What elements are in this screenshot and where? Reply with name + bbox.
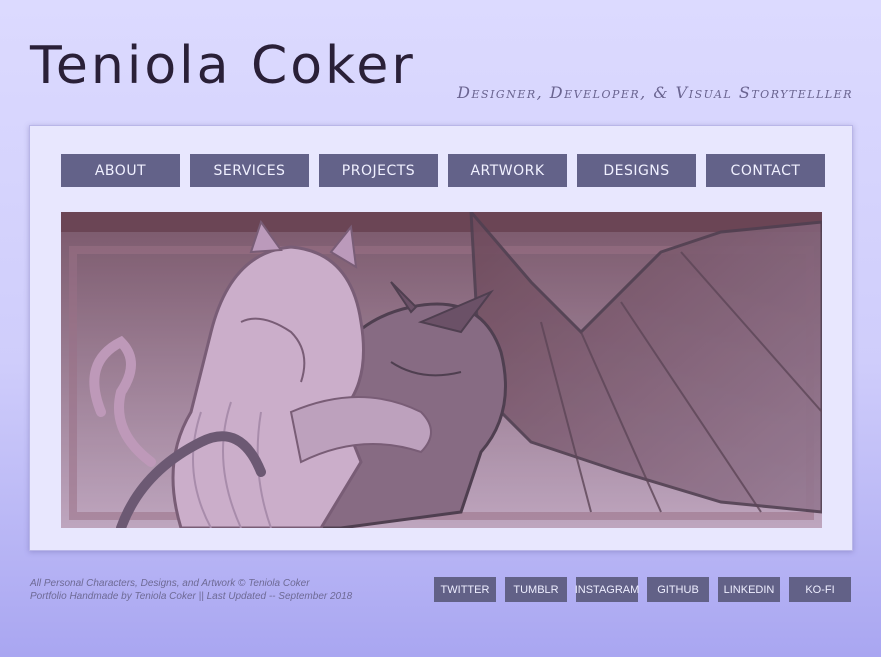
main-nav: ABOUT SERVICES PROJECTS ARTWORK DESIGNS … xyxy=(61,154,825,187)
social-links: TWITTER TUMBLR INSTAGRAM GITHUB LINKEDIN… xyxy=(434,577,851,602)
nav-artwork-button[interactable]: ARTWORK xyxy=(448,154,567,187)
copyright-text: All Personal Characters, Designs, and Ar… xyxy=(30,578,310,589)
hero-artwork xyxy=(61,212,822,528)
instagram-link[interactable]: INSTAGRAM xyxy=(575,577,639,602)
updated-text: Portfolio Handmade by Teniola Coker || L… xyxy=(30,591,353,602)
nav-about-button[interactable]: ABOUT xyxy=(61,154,180,187)
tumblr-link[interactable]: TUMBLR xyxy=(505,577,567,602)
github-link[interactable]: GITHUB xyxy=(647,577,709,602)
nav-designs-button[interactable]: DESIGNS xyxy=(577,154,696,187)
kofi-link[interactable]: KO-FI xyxy=(789,577,851,602)
nav-services-button[interactable]: SERVICES xyxy=(190,154,309,187)
site-title: Teniola Coker xyxy=(30,36,416,96)
linkedin-link[interactable]: LINKEDIN xyxy=(718,577,780,602)
nav-contact-button[interactable]: CONTACT xyxy=(706,154,825,187)
main-panel: ABOUT SERVICES PROJECTS ARTWORK DESIGNS … xyxy=(29,125,853,551)
footer-credits: All Personal Characters, Designs, and Ar… xyxy=(30,577,352,603)
site-tagline: Designer, Developer, & Visual Storytelll… xyxy=(457,83,853,102)
nav-projects-button[interactable]: PROJECTS xyxy=(319,154,438,187)
twitter-link[interactable]: TWITTER xyxy=(434,577,496,602)
hero-illustration xyxy=(61,212,822,528)
